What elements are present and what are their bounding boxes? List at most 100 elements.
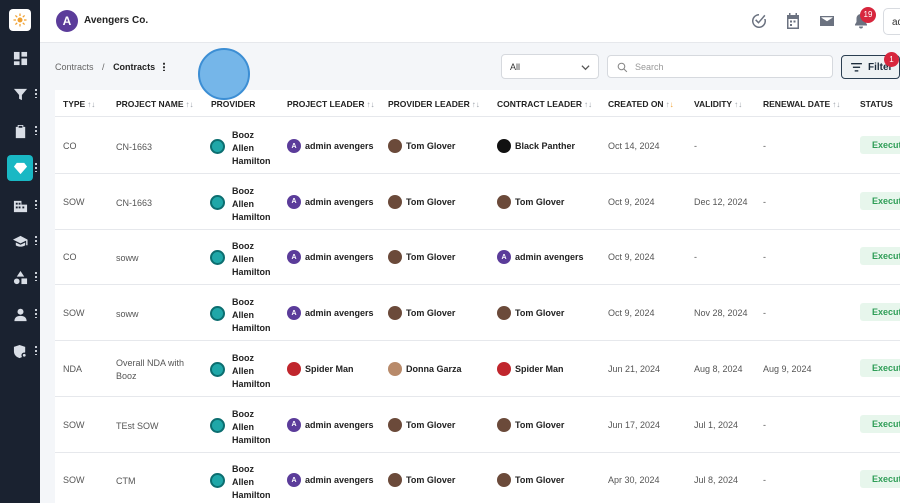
- table-row[interactable]: CO soww Booz Allen Hamilton Aadmin avengers To…: [55, 229, 900, 286]
- kebab-icon[interactable]: [35, 345, 37, 355]
- kebab-icon[interactable]: [162, 62, 165, 71]
- created-on-cell: Oct 14, 2024: [608, 141, 660, 151]
- provider-name-line: Booz: [232, 464, 254, 475]
- search-icon: [617, 62, 628, 73]
- kebab-icon[interactable]: [35, 271, 37, 281]
- project-leader-cell: Aadmin avengers: [287, 473, 374, 488]
- sidebar-item-clipboard[interactable]: [0, 116, 40, 146]
- avatar: A: [287, 306, 301, 321]
- type-cell: NDA: [63, 363, 83, 374]
- sidebar-item-categories[interactable]: [0, 262, 40, 292]
- column-header-created-on[interactable]: CREATED ON ↑↓: [608, 99, 674, 109]
- app-logo[interactable]: [9, 9, 31, 31]
- provider-name-line: Allen: [232, 198, 255, 209]
- kebab-icon[interactable]: [35, 88, 37, 98]
- validity-cell: Dec 12, 2024: [694, 196, 748, 207]
- avatar: [388, 417, 402, 432]
- project-name-cell[interactable]: CN-1663: [116, 141, 152, 154]
- column-header-renewal-date[interactable]: RENEWAL DATE ↑↓: [763, 99, 840, 109]
- person-name: admin avengers: [305, 141, 374, 151]
- provider-name-line: Hamilton: [232, 434, 271, 445]
- sort-icon[interactable]: ↑↓: [734, 100, 742, 109]
- status-select[interactable]: All: [501, 54, 599, 79]
- project-name-cell[interactable]: Overall NDA with Booz: [116, 357, 184, 383]
- provider-name: Booz Allen Hamilton: [232, 463, 271, 502]
- column-header-validity[interactable]: VALIDITY ↑↓: [694, 99, 742, 109]
- avatar: [388, 139, 402, 153]
- kebab-icon[interactable]: [35, 235, 37, 245]
- table-row[interactable]: SOW soww Booz Allen Hamilton Aadmin avengers T…: [55, 285, 900, 342]
- brand-name: Avengers Co.: [84, 15, 149, 26]
- mail-button[interactable]: [819, 13, 835, 29]
- person-name: Donna Garza: [406, 363, 462, 374]
- project-name-cell[interactable]: soww: [116, 252, 139, 265]
- project-name-cell[interactable]: TEst SOW: [116, 420, 159, 433]
- calendar-button[interactable]: [785, 13, 801, 29]
- table-row[interactable]: NDA Overall NDA with Booz Booz Allen Hamilton…: [55, 341, 900, 397]
- sort-icon[interactable]: ↑↓: [186, 100, 194, 109]
- avatar: A: [287, 139, 301, 153]
- sidebar-item-filters[interactable]: [0, 79, 40, 109]
- provider-name-line: Allen: [232, 477, 255, 488]
- provider-name-line: Allen: [232, 143, 255, 153]
- person-name: Tom Glover: [406, 252, 456, 263]
- person-name: Tom Glover: [515, 419, 565, 430]
- sort-icon[interactable]: ↑↓: [584, 100, 592, 109]
- sidebar-item-users[interactable]: [0, 299, 40, 329]
- kebab-icon[interactable]: [35, 308, 37, 318]
- provider-name: Booz Allen Hamilton: [232, 296, 271, 335]
- contract-leader-cell: Tom Glover: [497, 417, 565, 432]
- provider-name-line: Hamilton: [232, 323, 271, 334]
- sort-icon[interactable]: ↑↓: [666, 100, 674, 109]
- type-cell: CO: [63, 141, 77, 151]
- project-name-cell[interactable]: soww: [116, 308, 139, 321]
- user-menu[interactable]: ad: [883, 8, 900, 35]
- kebab-icon[interactable]: [35, 125, 37, 135]
- tasks-button[interactable]: [751, 13, 767, 29]
- sort-icon[interactable]: ↑↓: [472, 100, 480, 109]
- sort-icon[interactable]: ↑↓: [87, 100, 95, 109]
- column-header-provider-leader[interactable]: PROVIDER LEADER ↑↓: [388, 99, 480, 109]
- project-name-cell[interactable]: CTM: [116, 475, 136, 488]
- breadcrumb-parent[interactable]: Contracts: [55, 62, 94, 72]
- avatar: [388, 250, 402, 265]
- sidebar-item-training[interactable]: [0, 226, 40, 256]
- provider-logo: [210, 361, 225, 377]
- column-header-project-leader[interactable]: PROJECT LEADER ↑↓: [287, 99, 374, 109]
- sort-icon[interactable]: ↑↓: [366, 100, 374, 109]
- breadcrumb: Contracts / Contracts: [55, 62, 165, 72]
- column-header-contract-leader[interactable]: CONTRACT LEADER ↑↓: [497, 99, 592, 109]
- status-badge: Executed: [860, 136, 900, 154]
- filter-count-badge: 1: [884, 52, 899, 67]
- table-row[interactable]: SOW CN-1663 Booz Allen Hamilton Aadmin avenge…: [55, 174, 900, 230]
- created-on-cell: Oct 9, 2024: [608, 308, 655, 319]
- sidebar-item-organizations[interactable]: [0, 190, 40, 220]
- status-badge: Executed: [860, 191, 900, 210]
- table-row[interactable]: SOW CTM Booz Allen Hamilton Aadmin avengers To…: [55, 452, 900, 503]
- column-header-project-name[interactable]: PROJECT NAME ↑↓: [116, 99, 194, 109]
- sort-icon[interactable]: ↑↓: [832, 100, 840, 109]
- table-row[interactable]: CO CN-1663 Booz Allen Hamilton Aadmin avenger…: [55, 118, 900, 174]
- kebab-icon[interactable]: [35, 199, 37, 209]
- mail-icon: [820, 16, 834, 26]
- created-on-cell: Jun 21, 2024: [608, 363, 661, 374]
- project-name-line: soww: [116, 253, 139, 264]
- search-box[interactable]: [607, 55, 833, 78]
- project-name-cell[interactable]: CN-1663: [116, 197, 152, 210]
- project-name-line: CTM: [116, 476, 136, 487]
- sidebar-item-contracts[interactable]: [0, 153, 40, 183]
- brand-logo[interactable]: A: [56, 10, 78, 32]
- sidebar-item-security[interactable]: [0, 336, 40, 366]
- provider-name: Booz Allen Hamilton: [232, 408, 271, 447]
- contract-leader-cell: Black Panther: [497, 139, 575, 153]
- kebab-icon[interactable]: [35, 162, 37, 172]
- column-header-type[interactable]: TYPE ↑↓: [63, 99, 95, 109]
- created-on-cell: Oct 9, 2024: [608, 252, 655, 263]
- search-input[interactable]: [635, 59, 825, 74]
- provider-name-line: Booz: [232, 297, 254, 308]
- table-row[interactable]: SOW TEst SOW Booz Allen Hamilton Aadmin aveng…: [55, 397, 900, 453]
- sidebar-item-dashboard[interactable]: [0, 43, 40, 73]
- project-name-line: CN-1663: [116, 197, 153, 208]
- status-select-value: All: [510, 62, 521, 72]
- provider-leader-cell: Tom Glover: [388, 139, 455, 153]
